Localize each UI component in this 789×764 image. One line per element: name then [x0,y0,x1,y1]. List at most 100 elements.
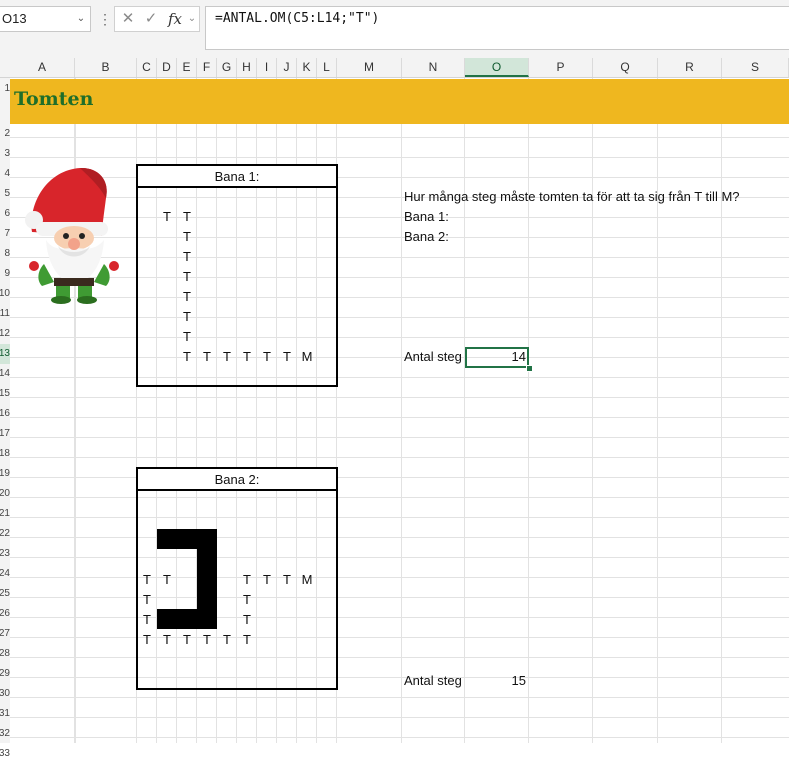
column-header-g[interactable]: G [217,58,237,77]
path-cell-t[interactable]: T [277,347,297,367]
row-header-2[interactable]: 2 [0,124,10,144]
path-cell-t[interactable]: T [137,570,157,590]
row-header-31[interactable]: 31 [0,704,10,724]
path-cell-t[interactable]: T [177,267,197,287]
cell-grid[interactable] [10,78,789,743]
row-header-25[interactable]: 25 [0,584,10,604]
goal-cell-m[interactable]: M [297,347,317,367]
column-header-l[interactable]: L [317,58,337,77]
row-header-5[interactable]: 5 [0,184,10,204]
row-header-17[interactable]: 17 [0,424,10,444]
row-header-18[interactable]: 18 [0,444,10,464]
row-header-1[interactable]: 1 [0,79,10,99]
row-header-28[interactable]: 28 [0,644,10,664]
row-header-22[interactable]: 22 [0,524,10,544]
path-cell-t[interactable]: T [177,307,197,327]
path-cell-t[interactable]: T [217,347,237,367]
column-header-s[interactable]: S [722,58,789,77]
more-options-icon[interactable]: ⋮ [98,9,112,29]
row-header-33[interactable]: 33 [0,744,10,764]
column-header-c[interactable]: C [137,58,157,77]
row-header-21[interactable]: 21 [0,504,10,524]
path-cell-t[interactable]: T [157,570,177,590]
bana-1-label: Bana 1: [404,209,449,224]
row-header-16[interactable]: 16 [0,404,10,424]
row-header-15[interactable]: 15 [0,384,10,404]
row-header-30[interactable]: 30 [0,684,10,704]
path-cell-t[interactable]: T [157,630,177,650]
row-header-32[interactable]: 32 [0,724,10,744]
column-header-p[interactable]: P [529,58,593,77]
path-cell-t[interactable]: T [257,347,277,367]
path-cell-t[interactable]: T [177,247,197,267]
enter-icon[interactable]: ✓ [141,7,161,31]
column-header-a[interactable]: A [10,58,75,77]
path-cell-t[interactable]: T [137,590,157,610]
title-banner [10,79,789,124]
insert-function-icon[interactable]: fx [165,7,185,31]
path-cell-t[interactable]: T [237,630,257,650]
row-header-6[interactable]: 6 [0,204,10,224]
path-cell-t[interactable]: T [177,327,197,347]
row-header-11[interactable]: 11 [0,304,10,324]
path-cell-t[interactable]: T [237,610,257,630]
row-header-19[interactable]: 19 [0,464,10,484]
path-cell-t[interactable]: T [237,570,257,590]
row-header-29[interactable]: 29 [0,664,10,684]
row-header-24[interactable]: 24 [0,564,10,584]
row-header-4[interactable]: 4 [0,164,10,184]
path-cell-t[interactable]: T [237,347,257,367]
path-cell-t[interactable]: T [177,207,197,227]
row-header-14[interactable]: 14 [0,364,10,384]
row-header-23[interactable]: 23 [0,544,10,564]
column-header-k[interactable]: K [297,58,317,77]
row-header-13[interactable]: 13 [0,344,10,364]
grid-line [464,78,465,743]
row-header-12[interactable]: 12 [0,324,10,344]
path-cell-t[interactable]: T [177,287,197,307]
row-header-26[interactable]: 26 [0,604,10,624]
row-header-3[interactable]: 3 [0,144,10,164]
chevron-down-icon[interactable]: ⌄ [71,6,91,32]
selected-cell[interactable] [465,347,529,368]
cancel-icon[interactable]: ✕ [119,7,137,31]
column-header-i[interactable]: I [257,58,277,77]
row-header-8[interactable]: 8 [0,244,10,264]
column-header-q[interactable]: Q [593,58,658,77]
row-header-27[interactable]: 27 [0,624,10,644]
path-cell-t[interactable]: T [197,347,217,367]
goal-cell-m[interactable]: M [297,570,317,590]
row-header-9[interactable]: 9 [0,264,10,284]
path-cell-t[interactable]: T [157,207,177,227]
antal-steg-value-2[interactable]: 15 [468,673,526,688]
path-cell-t[interactable]: T [137,610,157,630]
path-cell-t[interactable]: T [177,630,197,650]
column-header-r[interactable]: R [658,58,722,77]
bana-2-label: Bana 2: [404,229,449,244]
row-header-7[interactable]: 7 [0,224,10,244]
path-cell-t[interactable]: T [177,347,197,367]
path-cell-t[interactable]: T [277,570,297,590]
column-header-b[interactable]: B [75,58,137,77]
grid-line [401,78,402,743]
column-header-h[interactable]: H [237,58,257,77]
column-header-n[interactable]: N [402,58,465,77]
chevron-down-icon[interactable]: ⌄ [185,7,199,31]
path-cell-t[interactable]: T [257,570,277,590]
path-cell-t[interactable]: T [137,630,157,650]
path-cell-t[interactable]: T [177,227,197,247]
row-header-20[interactable]: 20 [0,484,10,504]
column-header-e[interactable]: E [177,58,197,77]
fill-handle[interactable] [526,365,533,372]
path-cell-t[interactable]: T [197,630,217,650]
column-header-o[interactable]: O [465,58,529,77]
path-cell-t[interactable]: T [237,590,257,610]
column-header-d[interactable]: D [157,58,177,77]
column-header-j[interactable]: J [277,58,297,77]
row-header-10[interactable]: 10 [0,284,10,304]
formula-input[interactable]: =ANTAL.OM(C5:L14;"T") [205,6,789,50]
column-header-m[interactable]: M [337,58,402,77]
path-cell-t[interactable]: T [217,630,237,650]
column-header-f[interactable]: F [197,58,217,77]
board-1-header: Bana 1: [138,166,336,188]
